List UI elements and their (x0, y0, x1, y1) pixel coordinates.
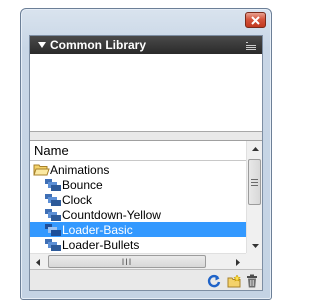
movieclip-icon (44, 178, 62, 192)
column-header-name[interactable]: Name (30, 141, 246, 161)
library-list[interactable]: Name Animations Bounce Clock Countdown-Y… (30, 140, 262, 269)
list-item-animations[interactable]: Animations (30, 162, 246, 177)
list-item-clock[interactable]: Clock (30, 192, 246, 207)
library-toolbar (30, 269, 262, 290)
panel-menu-icon[interactable] (246, 40, 256, 54)
scroll-left-arrow-icon[interactable] (30, 254, 46, 270)
list-item-label: Clock (62, 192, 93, 207)
list-item-label: Animations (50, 162, 110, 177)
list-item-loader-basic[interactable]: Loader-Basic (30, 222, 246, 237)
movieclip-icon (44, 223, 62, 237)
movieclip-icon (44, 238, 62, 252)
list-item-bounce[interactable]: Bounce (30, 177, 246, 192)
movieclip-icon (44, 208, 62, 222)
new-folder-icon[interactable] (226, 273, 242, 289)
list-item-label: Countdown-Yellow (62, 207, 161, 222)
symbol-preview-area (30, 54, 262, 132)
triangle-down-icon[interactable] (38, 42, 46, 48)
scrollbar-corner (246, 253, 262, 269)
refresh-icon[interactable] (206, 273, 222, 289)
delete-icon[interactable] (244, 273, 260, 289)
scroll-right-arrow-icon[interactable] (230, 254, 246, 270)
close-x-icon (251, 15, 260, 25)
close-button[interactable] (245, 12, 266, 28)
list-item-label: Loader-Basic (62, 222, 133, 237)
vertical-scrollbar[interactable] (246, 141, 262, 254)
library-window: Common Library Name Animations Bounce Cl… (20, 8, 272, 300)
horizontal-scrollbar[interactable]: III (30, 253, 246, 269)
scroll-down-arrow-icon[interactable] (247, 238, 263, 254)
list-item-label: Bounce (62, 177, 103, 192)
panel-title: Common Library (50, 38, 147, 52)
list-item-label: Loader-Bullets (62, 237, 140, 252)
library-panel: Common Library Name Animations Bounce Cl… (29, 35, 263, 291)
horizontal-scroll-thumb[interactable]: III (48, 255, 206, 268)
panel-titlebar[interactable]: Common Library (30, 36, 262, 54)
list-item-loader-bullets[interactable]: Loader-Bullets (30, 237, 246, 252)
scroll-up-arrow-icon[interactable] (247, 141, 263, 157)
list-item-countdown-yellow[interactable]: Countdown-Yellow (30, 207, 246, 222)
movieclip-icon (44, 193, 62, 207)
folder-open-icon (32, 163, 50, 177)
vertical-scroll-thumb[interactable] (248, 159, 261, 205)
